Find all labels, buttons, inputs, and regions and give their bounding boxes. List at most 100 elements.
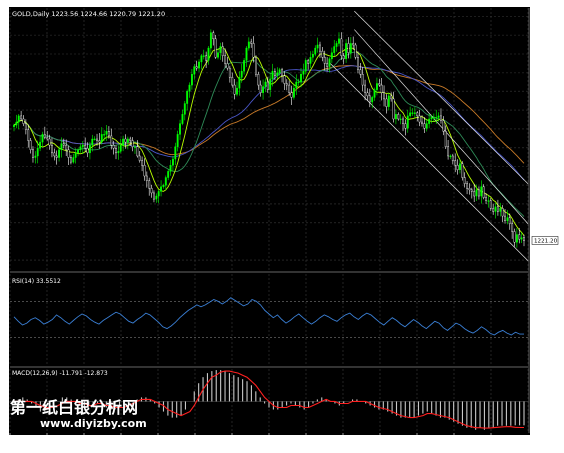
candle-body [409,112,412,117]
candle-body [352,43,355,46]
candle-body [200,55,203,63]
candle-body [55,155,58,158]
price-tick-label: 1354.40 [535,33,559,39]
candle-body [186,91,189,104]
chart-canvas: 1366.65 1354.40 1342.15 1329.90 1318.00 1305.… [0,0,564,449]
candle-body [371,97,374,103]
candle-body [245,47,248,61]
candle-body [43,134,46,138]
candle-body [349,43,352,53]
candle-body [221,46,224,56]
candle-body [27,129,30,141]
candle-body [36,148,39,157]
price-tick-label: 1342.15 [535,52,559,58]
candle-body [492,208,495,212]
candle-body [506,217,509,221]
candle-body [295,81,298,89]
candle-body [138,155,141,161]
candle-body [416,112,419,117]
candle-body [62,143,65,146]
candle-body [188,84,191,92]
candle-body [91,138,94,146]
candle-body [143,164,146,177]
candle-body [333,46,336,53]
candle-body [319,44,321,52]
candle-body [259,84,262,93]
candle-body [473,191,476,197]
price-tick-label: 1208.45 [535,258,559,264]
candle-body [423,123,426,129]
candle-body [378,83,381,86]
candle-body [228,67,231,78]
candle-body [32,149,34,158]
candle-body [425,123,428,129]
candle-body [202,55,205,57]
candle-body [314,47,317,55]
candle-body [406,115,409,129]
candle-body [402,118,404,124]
candle-body [461,163,464,178]
candle-body [463,177,466,184]
candle-body [17,115,20,123]
price-tick-label: 1281.25 [535,146,559,152]
price-tick-label: 1269.00 [535,165,559,171]
candle-body [84,144,87,149]
chart-window: 1366.65 1354.40 1342.15 1329.90 1318.00 1305.… [0,0,564,449]
candle-body [226,63,229,69]
candle-body [190,74,193,86]
candle-body [86,148,89,154]
candle-body [335,43,338,47]
candle-body [276,72,279,77]
candle-body [447,146,450,157]
candle-body [96,138,98,141]
candle-body [328,58,331,67]
candle-body [475,189,478,197]
candle-body [39,141,42,149]
candle-body [77,149,79,154]
candle-body [34,155,37,158]
candle-body [69,157,72,163]
candle-body [383,92,385,100]
candle-body [88,144,91,154]
candle-body [160,186,163,192]
candle-body [442,120,445,132]
candle-body [288,84,291,93]
candle-body [494,206,497,212]
candle-body [269,78,272,90]
candle-body [271,70,274,80]
candle-body [432,117,435,119]
time-tick-label: 15 Jan 2018 [195,437,228,443]
time-tick-label: 20 Dec 2017 [158,437,192,443]
candle-body [421,121,423,124]
symbol-header: GOLD,Daily 1223.56 1224.66 1220.79 1221.… [12,10,165,18]
candle-body [198,61,200,69]
candle-body [174,146,177,160]
candle-body [162,185,165,187]
candle-body [231,77,234,86]
candle-body [81,144,84,147]
candle-body [219,46,222,53]
candle-body [22,118,25,124]
candle-body [48,138,51,146]
candle-body [485,197,487,201]
candle-body [411,112,414,114]
candle-body [107,131,110,137]
time-tick-label: 6 Nov 2017 [84,437,115,443]
candle-body [496,206,499,212]
time-tick-label: 8 May 2018 [380,437,412,443]
rsi-tick-label: 70 [535,299,543,305]
candle-body [501,208,504,217]
candle-body [364,84,367,93]
price-tick-label: 1232.60 [535,221,559,227]
time-tick-label: 28 Feb 2018 [269,437,303,443]
candle-body [449,155,452,157]
candle-body [380,84,383,93]
candle-body [233,84,236,95]
macd-tick-label: 0.00 [535,399,548,405]
candle-body [394,114,397,120]
candle-body [354,44,357,58]
candle-body [504,215,506,221]
candle-body [297,81,300,83]
price-tick-label: 1329.90 [535,71,559,77]
candle-body [482,186,485,198]
